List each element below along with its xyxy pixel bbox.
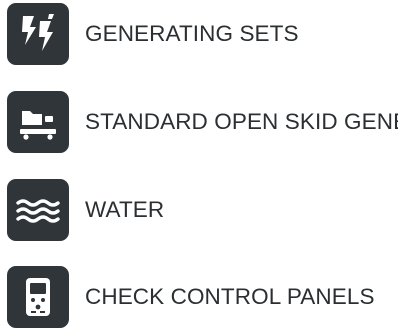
menu-item-check-control-panels[interactable]: CHECK CONTROL PANELS: [7, 266, 398, 328]
menu-item-standard-open-skid-generators[interactable]: STANDARD OPEN SKID GENERATORS: [7, 91, 398, 153]
menu-item-water[interactable]: WATER: [7, 179, 398, 241]
menu-item-label: STANDARD OPEN SKID GENERATORS: [85, 109, 398, 134]
generator-skid-icon: [7, 91, 69, 153]
menu-item-label: CHECK CONTROL PANELS: [85, 284, 375, 309]
menu-item-label: WATER: [85, 197, 165, 222]
lightning-bolts-icon: [7, 3, 69, 65]
control-panel-icon: [7, 266, 69, 328]
category-menu: GENERATING SETS STANDARD OPEN SKID GENER…: [0, 0, 398, 330]
menu-item-label: GENERATING SETS: [85, 21, 299, 46]
water-waves-icon: [7, 179, 69, 241]
menu-item-generating-sets[interactable]: GENERATING SETS: [7, 3, 398, 65]
